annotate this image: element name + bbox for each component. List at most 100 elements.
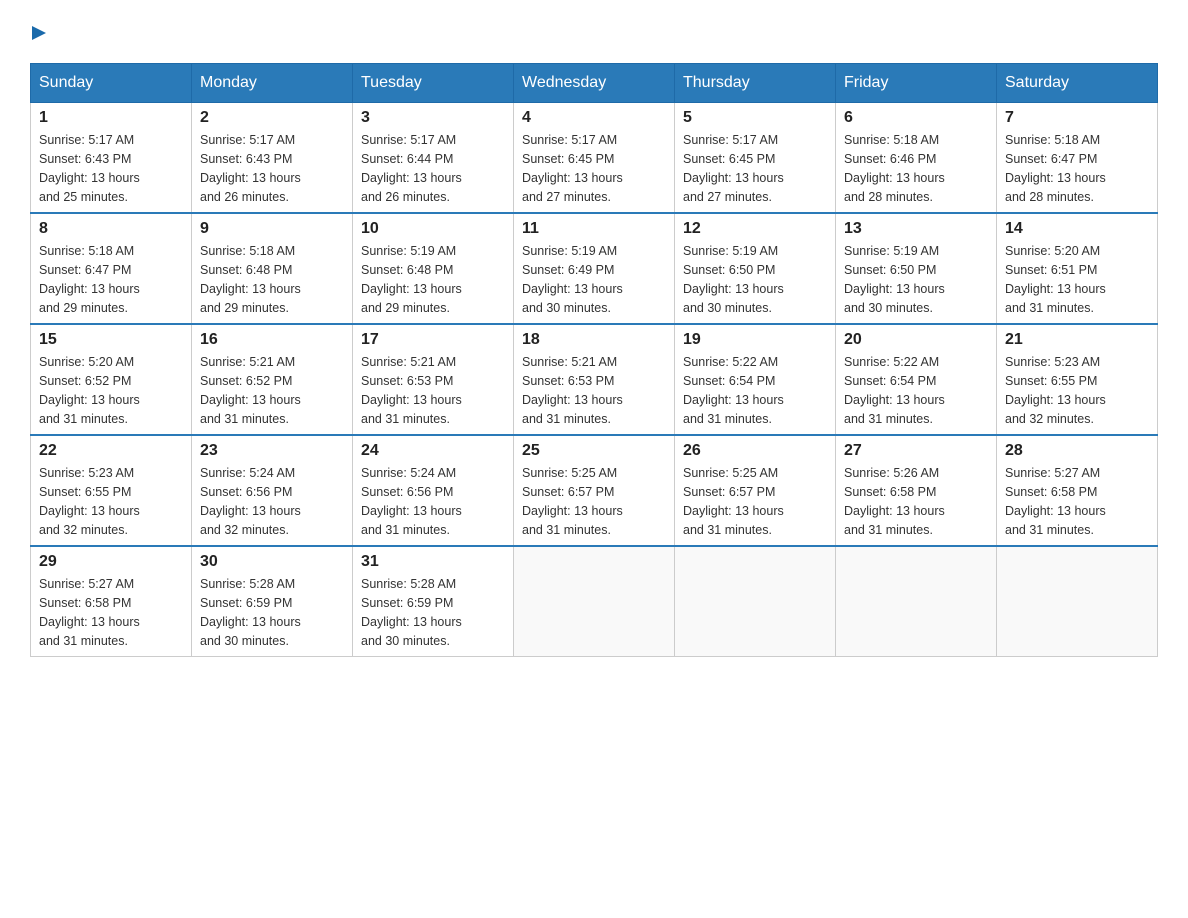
header-wednesday: Wednesday [514,64,675,103]
day-info: Sunrise: 5:18 AMSunset: 6:47 PMDaylight:… [39,242,183,317]
day-number: 1 [39,109,183,127]
day-info: Sunrise: 5:21 AMSunset: 6:53 PMDaylight:… [361,353,505,428]
calendar-cell: 26 Sunrise: 5:25 AMSunset: 6:57 PMDayligh… [675,435,836,546]
day-number: 2 [200,109,344,127]
day-number: 3 [361,109,505,127]
calendar-cell: 23Sunrise: 5:24 AMSunset: 6:56 PMDayligh… [192,435,353,546]
day-info: Sunrise: 5:20 AMSunset: 6:52 PMDaylight:… [39,353,183,428]
day-number: 14 [1005,220,1149,238]
calendar-cell: 8 Sunrise: 5:18 AMSunset: 6:47 PMDaylight… [31,213,192,324]
day-number: 20 [844,331,988,349]
day-number: 30 [200,553,344,571]
calendar-cell: 20Sunrise: 5:22 AMSunset: 6:54 PMDayligh… [836,324,997,435]
calendar-cell: 3 Sunrise: 5:17 AMSunset: 6:44 PMDaylight… [353,103,514,214]
calendar-cell: 11 Sunrise: 5:19 AMSunset: 6:49 PMDayligh… [514,213,675,324]
day-info: Sunrise: 5:19 AMSunset: 6:50 PMDaylight:… [683,242,827,317]
day-info: Sunrise: 5:18 AMSunset: 6:47 PMDaylight:… [1005,131,1149,206]
day-info: Sunrise: 5:21 AMSunset: 6:52 PMDaylight:… [200,353,344,428]
day-number: 12 [683,220,827,238]
header-monday: Monday [192,64,353,103]
day-info: Sunrise: 5:20 AMSunset: 6:51 PMDaylight:… [1005,242,1149,317]
calendar-cell: 30 Sunrise: 5:28 AMSunset: 6:59 PMDayligh… [192,546,353,657]
calendar-cell: 17 Sunrise: 5:21 AMSunset: 6:53 PMDayligh… [353,324,514,435]
day-info: Sunrise: 5:28 AMSunset: 6:59 PMDaylight:… [200,575,344,650]
calendar-cell [997,546,1158,657]
day-info: Sunrise: 5:21 AMSunset: 6:53 PMDaylight:… [522,353,666,428]
calendar-cell: 29 Sunrise: 5:27 AMSunset: 6:58 PMDayligh… [31,546,192,657]
day-number: 5 [683,109,827,127]
day-info: Sunrise: 5:26 AMSunset: 6:58 PMDaylight:… [844,464,988,539]
header-friday: Friday [836,64,997,103]
calendar-week-row: 15Sunrise: 5:20 AMSunset: 6:52 PMDayligh… [31,324,1158,435]
calendar-cell: 19 Sunrise: 5:22 AMSunset: 6:54 PMDayligh… [675,324,836,435]
calendar-week-row: 22 Sunrise: 5:23 AMSunset: 6:55 PMDayligh… [31,435,1158,546]
day-number: 26 [683,442,827,460]
calendar-cell: 16 Sunrise: 5:21 AMSunset: 6:52 PMDayligh… [192,324,353,435]
day-number: 29 [39,553,183,571]
calendar-cell [836,546,997,657]
calendar-cell: 12 Sunrise: 5:19 AMSunset: 6:50 PMDayligh… [675,213,836,324]
day-number: 19 [683,331,827,349]
day-number: 4 [522,109,666,127]
day-info: Sunrise: 5:23 AMSunset: 6:55 PMDaylight:… [1005,353,1149,428]
calendar-week-row: 8 Sunrise: 5:18 AMSunset: 6:47 PMDaylight… [31,213,1158,324]
calendar-cell: 22 Sunrise: 5:23 AMSunset: 6:55 PMDayligh… [31,435,192,546]
calendar-cell: 27 Sunrise: 5:26 AMSunset: 6:58 PMDayligh… [836,435,997,546]
day-info: Sunrise: 5:24 AMSunset: 6:56 PMDaylight:… [361,464,505,539]
day-info: Sunrise: 5:27 AMSunset: 6:58 PMDaylight:… [1005,464,1149,539]
day-number: 10 [361,220,505,238]
calendar-cell: 14 Sunrise: 5:20 AMSunset: 6:51 PMDayligh… [997,213,1158,324]
logo-arrow-wrapper [32,24,46,47]
day-info: Sunrise: 5:23 AMSunset: 6:55 PMDaylight:… [39,464,183,539]
day-number: 13 [844,220,988,238]
calendar-cell: 7Sunrise: 5:18 AMSunset: 6:47 PMDaylight… [997,103,1158,214]
calendar-cell: 4Sunrise: 5:17 AMSunset: 6:45 PMDaylight… [514,103,675,214]
calendar-cell: 24 Sunrise: 5:24 AMSunset: 6:56 PMDayligh… [353,435,514,546]
day-number: 21 [1005,331,1149,349]
calendar-header-row: SundayMondayTuesdayWednesdayThursdayFrid… [31,64,1158,103]
calendar-cell: 10 Sunrise: 5:19 AMSunset: 6:48 PMDayligh… [353,213,514,324]
calendar-cell: 1Sunrise: 5:17 AMSunset: 6:43 PMDaylight… [31,103,192,214]
calendar-week-row: 1 Sunrise: 5:17 AMSunset: 6:43 PMDaylight… [31,103,1158,214]
day-info: Sunrise: 5:25 AMSunset: 6:57 PMDaylight:… [522,464,666,539]
calendar-table: SundayMondayTuesdayWednesdayThursdayFrid… [30,63,1158,657]
calendar-cell: 25 Sunrise: 5:25 AMSunset: 6:57 PMDayligh… [514,435,675,546]
day-number: 24 [361,442,505,460]
day-info: Sunrise: 5:28 AMSunset: 6:59 PMDaylight:… [361,575,505,650]
calendar-cell: 31 Sunrise: 5:28 AMSunset: 6:59 PMDayligh… [353,546,514,657]
day-number: 27 [844,442,988,460]
day-info: Sunrise: 5:24 AMSunset: 6:56 PMDaylight:… [200,464,344,539]
logo-arrow-icon [32,24,46,42]
calendar-cell: 6Sunrise: 5:18 AMSunset: 6:46 PMDaylight… [836,103,997,214]
day-number: 11 [522,220,666,238]
day-info: Sunrise: 5:17 AMSunset: 6:43 PMDaylight:… [200,131,344,206]
day-info: Sunrise: 5:25 AMSunset: 6:57 PMDaylight:… [683,464,827,539]
calendar-cell: 21 Sunrise: 5:23 AMSunset: 6:55 PMDayligh… [997,324,1158,435]
calendar-week-row: 29 Sunrise: 5:27 AMSunset: 6:58 PMDayligh… [31,546,1158,657]
calendar-cell: 5 Sunrise: 5:17 AMSunset: 6:45 PMDaylight… [675,103,836,214]
day-info: Sunrise: 5:17 AMSunset: 6:44 PMDaylight:… [361,131,505,206]
day-number: 8 [39,220,183,238]
day-number: 9 [200,220,344,238]
day-number: 22 [39,442,183,460]
day-info: Sunrise: 5:19 AMSunset: 6:48 PMDaylight:… [361,242,505,317]
header-saturday: Saturday [997,64,1158,103]
day-info: Sunrise: 5:22 AMSunset: 6:54 PMDaylight:… [683,353,827,428]
header-tuesday: Tuesday [353,64,514,103]
calendar-cell [675,546,836,657]
day-number: 17 [361,331,505,349]
day-number: 18 [522,331,666,349]
day-number: 6 [844,109,988,127]
day-info: Sunrise: 5:18 AMSunset: 6:48 PMDaylight:… [200,242,344,317]
day-number: 25 [522,442,666,460]
day-info: Sunrise: 5:19 AMSunset: 6:50 PMDaylight:… [844,242,988,317]
calendar-cell: 18 Sunrise: 5:21 AMSunset: 6:53 PMDayligh… [514,324,675,435]
calendar-cell: 15Sunrise: 5:20 AMSunset: 6:52 PMDayligh… [31,324,192,435]
day-info: Sunrise: 5:17 AMSunset: 6:45 PMDaylight:… [683,131,827,206]
day-number: 31 [361,553,505,571]
day-info: Sunrise: 5:19 AMSunset: 6:49 PMDaylight:… [522,242,666,317]
calendar-cell: 28Sunrise: 5:27 AMSunset: 6:58 PMDayligh… [997,435,1158,546]
header-sunday: Sunday [31,64,192,103]
day-info: Sunrise: 5:27 AMSunset: 6:58 PMDaylight:… [39,575,183,650]
day-number: 16 [200,331,344,349]
